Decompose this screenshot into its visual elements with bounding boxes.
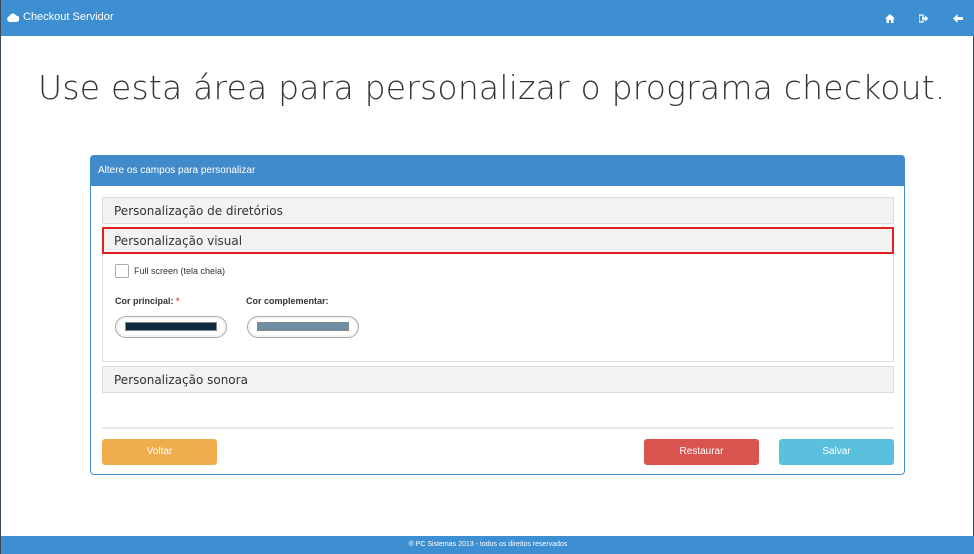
- fullscreen-checkbox[interactable]: [115, 264, 129, 278]
- save-button[interactable]: Salvar: [779, 439, 894, 465]
- app-title: Checkout Servidor: [23, 11, 114, 23]
- home-icon: [885, 13, 895, 23]
- primary-color-label: Cor principal: *: [115, 296, 180, 306]
- primary-color-label-text: Cor principal:: [115, 296, 174, 306]
- accordion-sound[interactable]: Personalização sonora: [102, 366, 894, 393]
- secondary-color-picker[interactable]: [247, 316, 359, 338]
- fullscreen-label: Full screen (tela cheia): [134, 266, 226, 276]
- home-button[interactable]: [873, 10, 907, 26]
- secondary-color-label: Cor complementar:: [246, 296, 329, 306]
- accordion-visual[interactable]: Personalização visual: [102, 227, 894, 254]
- accordion-directories[interactable]: Personalização de diretórios: [102, 197, 894, 224]
- sign-out-icon: [919, 13, 929, 23]
- page-headline: Use esta área para personalizar o progra…: [38, 68, 946, 107]
- customization-panel: Altere os campos para personalizar Perso…: [90, 155, 905, 475]
- fullscreen-row: Full screen (tela cheia): [115, 264, 225, 278]
- primary-color-swatch: [125, 322, 217, 331]
- visual-settings-body: Full screen (tela cheia) Cor principal: …: [102, 254, 894, 362]
- back-button-top[interactable]: [941, 10, 974, 26]
- back-button[interactable]: Voltar: [102, 439, 217, 465]
- restore-button[interactable]: Restaurar: [644, 439, 759, 465]
- top-icon-group: [873, 10, 974, 26]
- top-navbar: Checkout Servidor: [1, 0, 974, 36]
- secondary-color-swatch: [257, 322, 349, 331]
- back-arrow-icon: [953, 13, 963, 23]
- required-marker: *: [176, 296, 180, 306]
- page-footer: ® PC Sistemas 2013 - todos os direitos r…: [1, 536, 974, 554]
- cloud-icon: [7, 13, 19, 22]
- app-brand[interactable]: Checkout Servidor: [7, 11, 114, 23]
- panel-heading: Altere os campos para personalizar: [91, 156, 904, 186]
- primary-color-picker[interactable]: [115, 316, 227, 338]
- sign-out-button[interactable]: [907, 10, 941, 26]
- form-divider: [102, 427, 894, 429]
